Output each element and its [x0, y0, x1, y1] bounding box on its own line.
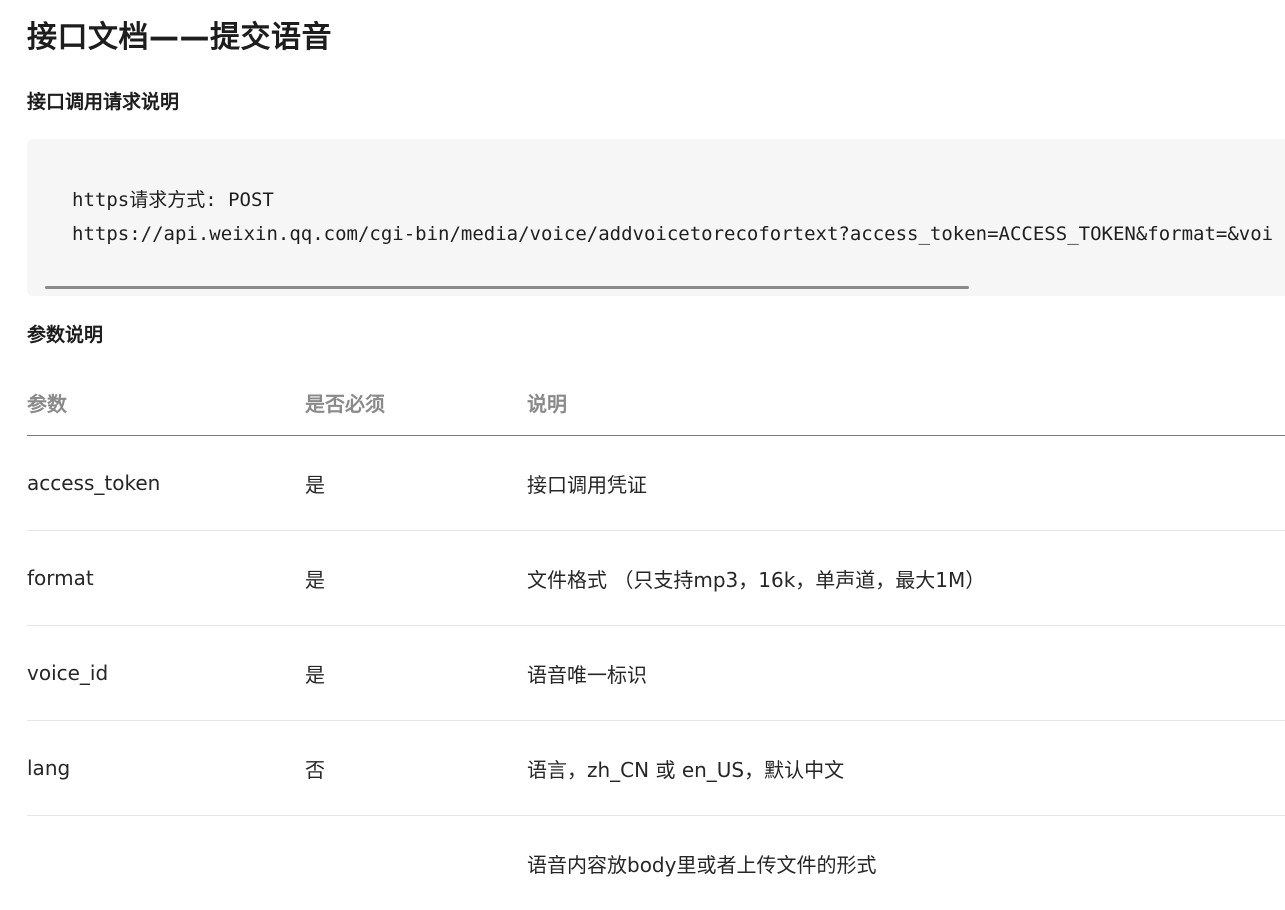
table-header-row: 参数 是否必须 说明: [27, 369, 1285, 436]
table-row: lang 否 语言，zh_CN 或 en_US，默认中文: [27, 721, 1285, 816]
params-section-heading: 参数说明: [27, 322, 103, 348]
cell-description: 语言，zh_CN 或 en_US，默认中文: [527, 721, 1285, 816]
cell-param: format: [27, 531, 305, 626]
document-page: 接口文档——提交语音 接口调用请求说明 https请求方式: POST http…: [27, 0, 1285, 58]
params-table: 参数 是否必须 说明 access_token 是 接口调用凭证 format …: [27, 369, 1285, 910]
cell-required: 是: [305, 436, 527, 531]
cell-required: 否: [305, 721, 527, 816]
cell-required: [305, 816, 527, 910]
cell-description: 接口调用凭证: [527, 436, 1285, 531]
header-required: 是否必须: [305, 369, 527, 436]
cell-param: access_token: [27, 436, 305, 531]
header-param: 参数: [27, 369, 305, 436]
cell-description: 语音内容放body里或者上传文件的形式: [527, 816, 1285, 910]
table-row: 语音内容放body里或者上传文件的形式: [27, 816, 1285, 910]
code-method-label: 请求方式: [129, 189, 205, 211]
code-block: https请求方式: POST https://api.weixin.qq.co…: [27, 139, 1285, 296]
cell-required: 是: [305, 531, 527, 626]
table-row: access_token 是 接口调用凭证: [27, 436, 1285, 531]
header-description: 说明: [527, 369, 1285, 436]
cell-description: 文件格式 （只支持mp3，16k，单声道，最大1M）: [527, 531, 1285, 626]
cell-description: 语音唯一标识: [527, 626, 1285, 721]
cell-param: lang: [27, 721, 305, 816]
request-section-heading: 接口调用请求说明: [27, 89, 179, 115]
code-line-method: https请求方式: POST: [72, 188, 274, 212]
code-horizontal-scrollbar[interactable]: [45, 286, 1285, 292]
code-protocol: https: [72, 189, 129, 211]
cell-required: 是: [305, 626, 527, 721]
table-row: voice_id 是 语音唯一标识: [27, 626, 1285, 721]
code-method-value: : POST: [205, 189, 274, 211]
scrollbar-thumb[interactable]: [45, 286, 969, 289]
cell-param: [27, 816, 305, 910]
cell-param: voice_id: [27, 626, 305, 721]
table-row: format 是 文件格式 （只支持mp3，16k，单声道，最大1M）: [27, 531, 1285, 626]
code-line-url: https://api.weixin.qq.com/cgi-bin/media/…: [72, 222, 1273, 246]
page-title: 接口文档——提交语音: [27, 0, 1285, 58]
